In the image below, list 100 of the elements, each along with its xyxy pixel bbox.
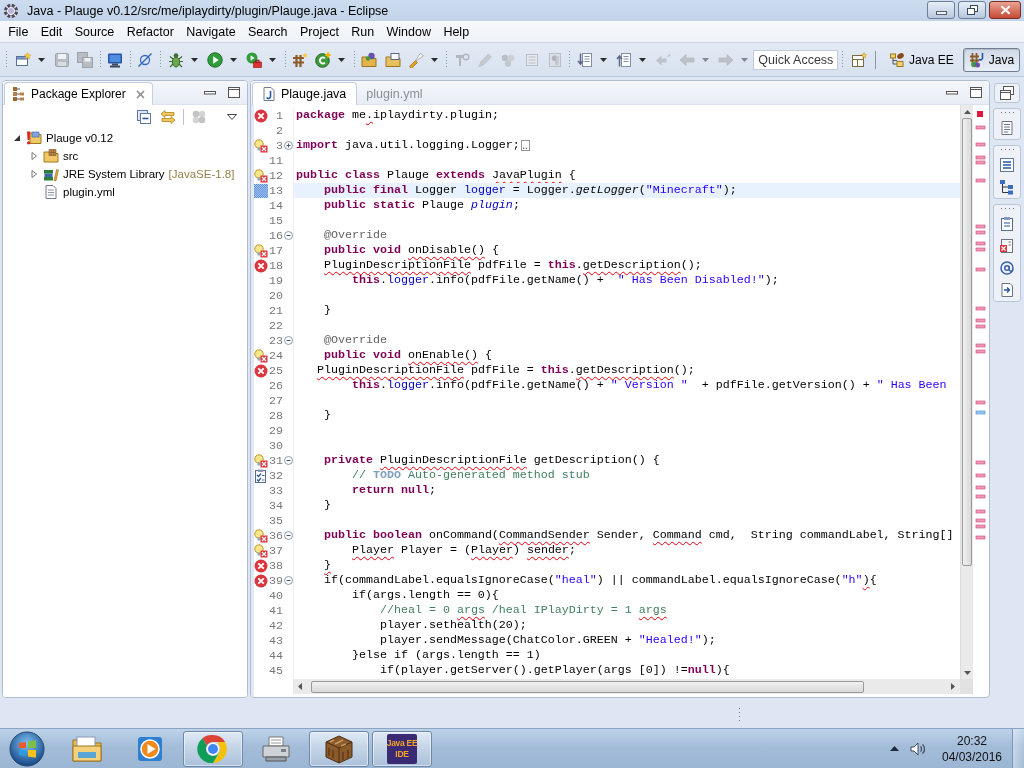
line-number: 2 <box>275 123 283 138</box>
caret-icon <box>430 57 438 62</box>
scrollbar-thumb[interactable] <box>962 118 972 566</box>
ellipsis-box-icon[interactable] <box>520 140 530 151</box>
lightbulb-error-icon[interactable] <box>254 528 268 543</box>
menu-item[interactable]: Navigate <box>180 24 242 39</box>
menu-item[interactable]: Run <box>345 24 381 39</box>
list-icon[interactable] <box>999 157 1015 173</box>
document-icon[interactable] <box>999 120 1015 136</box>
code-line: this.logger.info(pdfFile.getName() + " Has Been Disabled!"); <box>350 273 779 288</box>
menu-item[interactable]: Help <box>437 24 476 39</box>
lightbulb-error-icon[interactable] <box>254 168 268 183</box>
clock-time: 20:32 <box>957 732 987 749</box>
error-list-icon[interactable] <box>999 238 1015 254</box>
menu-item[interactable]: Source <box>68 24 121 39</box>
arrow-up-icon[interactable] <box>963 110 971 114</box>
at-sign-icon[interactable] <box>999 260 1015 276</box>
back-arrow-icon <box>678 51 695 68</box>
minus-circle-icon[interactable] <box>283 231 293 240</box>
line-number: 17 <box>270 243 283 258</box>
menu-item[interactable]: Search <box>241 24 294 39</box>
tree-item-decoration: [JavaSE-1.8] <box>168 168 235 180</box>
tree-item[interactable]: plugin.yml <box>63 186 115 198</box>
minus-circle-icon[interactable] <box>283 336 293 345</box>
clipboard-icon[interactable] <box>999 216 1015 232</box>
lightbulb-error-icon[interactable] <box>254 138 268 153</box>
line-number: 40 <box>270 588 283 603</box>
menu-item[interactable]: Edit <box>34 24 69 39</box>
caret-icon <box>701 57 709 62</box>
lightbulb-error-icon[interactable] <box>254 453 268 468</box>
doc-arrow-icon[interactable] <box>999 282 1015 298</box>
close-icon[interactable] <box>135 89 145 99</box>
project-folder-icon <box>26 130 42 146</box>
letter-c-plus-icon <box>315 51 332 68</box>
error-icon[interactable] <box>254 558 268 573</box>
restore-button[interactable] <box>958 1 986 19</box>
hierarchy-icon[interactable] <box>999 179 1015 195</box>
tree-item[interactable]: src <box>63 150 79 162</box>
minimize-button[interactable] <box>927 1 955 19</box>
vertical-scrollbar[interactable] <box>960 105 973 679</box>
menu-item[interactable]: Project <box>293 24 346 39</box>
checklist-icon[interactable] <box>254 468 268 483</box>
triangle-down-icon[interactable] <box>13 134 21 142</box>
lightbulb-error-icon[interactable] <box>254 243 268 258</box>
perspective-button[interactable]: Java <box>962 47 1021 72</box>
tree-item[interactable]: Plauge v0.12 <box>46 132 114 144</box>
save-icon <box>53 51 70 68</box>
error-icon[interactable] <box>254 363 268 378</box>
close-button[interactable] <box>989 1 1021 19</box>
minus-circle-icon[interactable] <box>283 531 293 540</box>
line-number: 42 <box>270 618 283 633</box>
editor-tab[interactable]: Plauge.java <box>252 82 358 105</box>
ring-logo-icon <box>197 732 229 765</box>
line-number: 32 <box>270 468 283 483</box>
scrollbar-thumb[interactable] <box>311 680 864 693</box>
quick-access-field[interactable]: Quick Access <box>753 49 839 70</box>
flashlight-icon <box>407 51 424 68</box>
restore-button[interactable] <box>994 83 1020 103</box>
code-line: }else if (args.length == 1) <box>350 648 541 663</box>
menu-item[interactable]: File <box>2 24 35 39</box>
minus-circle-icon[interactable] <box>283 576 293 585</box>
tree-item[interactable]: JRE System Library <box>63 168 165 180</box>
lightbulb-error-icon[interactable] <box>254 543 268 558</box>
caret-icon <box>338 57 346 62</box>
code-line: import java.util.logging.Logger; <box>296 138 520 153</box>
menu-item[interactable]: Refactor <box>120 24 181 39</box>
line-number: 19 <box>270 273 283 288</box>
caret-icon <box>740 57 748 62</box>
arrow-right-icon[interactable] <box>951 683 955 690</box>
arrow-left-icon[interactable] <box>298 683 302 690</box>
perspective-button[interactable]: Java EE <box>883 47 960 72</box>
line-number: 16 <box>270 228 283 243</box>
horizontal-scrollbar[interactable] <box>293 679 960 694</box>
plus-circle-icon[interactable] <box>283 141 293 150</box>
lightbulb-error-icon[interactable] <box>254 348 268 363</box>
maximize-icon <box>228 87 240 98</box>
code-line: private PluginDescriptionFile getDescription() { <box>322 453 660 468</box>
code-line: if(args.length == 0){ <box>350 588 499 603</box>
minimize-icon <box>204 90 216 95</box>
error-icon[interactable] <box>254 573 268 588</box>
text-block-icon <box>523 51 540 68</box>
caret-icon <box>229 57 237 62</box>
code-line: public class Plauge extends JavaPlugin { <box>296 168 576 183</box>
taskbar-button[interactable] <box>309 730 369 767</box>
menu-item[interactable]: Window <box>380 24 438 39</box>
arrow-down-icon[interactable] <box>963 671 971 675</box>
minimize-icon <box>935 10 947 15</box>
view-tab[interactable]: Package Explorer <box>4 82 153 105</box>
caret-icon <box>190 57 198 62</box>
minus-circle-icon[interactable] <box>283 456 293 465</box>
taskbar-button[interactable] <box>183 730 243 767</box>
error-icon[interactable] <box>254 258 268 273</box>
open-folder-icon <box>361 51 378 68</box>
swap-arrows-icon <box>160 109 176 125</box>
triangle-right-icon[interactable] <box>30 170 38 178</box>
books-icon <box>43 166 59 182</box>
forward-arrow-icon <box>717 51 734 68</box>
checkered-square-icon <box>254 183 268 198</box>
error-icon[interactable] <box>254 108 268 123</box>
triangle-right-icon[interactable] <box>30 152 38 160</box>
